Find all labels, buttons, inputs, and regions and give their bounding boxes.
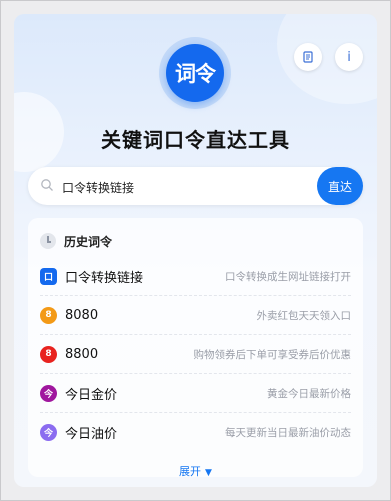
- item-name: 8080: [65, 307, 99, 323]
- search-input[interactable]: [60, 175, 304, 199]
- history-item[interactable]: 今 今日油价 每天更新当日最新油价动态: [40, 413, 351, 451]
- item-desc: 外卖红包天天领入口: [256, 309, 352, 322]
- item-desc: 口令转换成生网址链接打开: [225, 270, 351, 283]
- history-title: 历史词令: [64, 234, 113, 249]
- item-name: 今日油价: [65, 426, 118, 442]
- tool-panel: 词令 i 关键词口令直达工具 直达 历史词令 口 口令转换链接 口令转: [14, 14, 377, 487]
- item-desc: 黄金今日最新价格: [267, 387, 351, 400]
- item-badge-icon: 口: [40, 267, 57, 285]
- item-badge-icon: 8: [40, 345, 57, 363]
- history-list: 口 口令转换链接 口令转换成生网址链接打开 8 8080 外卖红包天天领入口 8…: [28, 257, 363, 451]
- expand-button[interactable]: 展开 ▼: [28, 463, 363, 479]
- info-button[interactable]: i: [335, 43, 363, 71]
- history-card: 历史词令 口 口令转换链接 口令转换成生网址链接打开 8 8080 外卖红包天天…: [28, 218, 363, 479]
- item-name: 今日金价: [65, 387, 118, 403]
- go-button[interactable]: 直达: [317, 167, 363, 205]
- document-button[interactable]: [294, 43, 322, 71]
- page-title: 关键词口令直达工具: [101, 128, 290, 152]
- info-icon: i: [347, 49, 351, 65]
- item-badge-icon: 今: [40, 423, 57, 441]
- item-desc: 每天更新当日最新油价动态: [225, 426, 351, 439]
- item-desc: 购物领券后下单可享受券后价优惠: [193, 348, 352, 361]
- history-item[interactable]: 8 8800 购物领券后下单可享受券后价优惠: [40, 335, 351, 374]
- item-badge-icon: 今: [40, 384, 57, 402]
- history-item[interactable]: 口 口令转换链接 口令转换成生网址链接打开: [40, 257, 351, 296]
- item-badge-icon: 8: [40, 306, 57, 324]
- history-header: 历史词令: [40, 231, 112, 251]
- search-bar: 直达: [28, 167, 363, 205]
- expand-label: 展开: [179, 465, 202, 478]
- app-logo: 词令: [166, 44, 224, 102]
- item-name: 口令转换链接: [65, 270, 144, 286]
- logo-text-a: 词: [175, 62, 196, 86]
- history-item[interactable]: 今 今日金价 黄金今日最新价格: [40, 374, 351, 413]
- history-item[interactable]: 8 8080 外卖红包天天领入口: [40, 296, 351, 335]
- item-name: 8800: [65, 346, 99, 362]
- search-icon: [41, 179, 53, 191]
- doc-icon: [303, 51, 313, 63]
- chevron-down-icon: ▼: [205, 468, 212, 478]
- logo-text-b: 令: [195, 62, 216, 86]
- clock-icon: [40, 233, 56, 249]
